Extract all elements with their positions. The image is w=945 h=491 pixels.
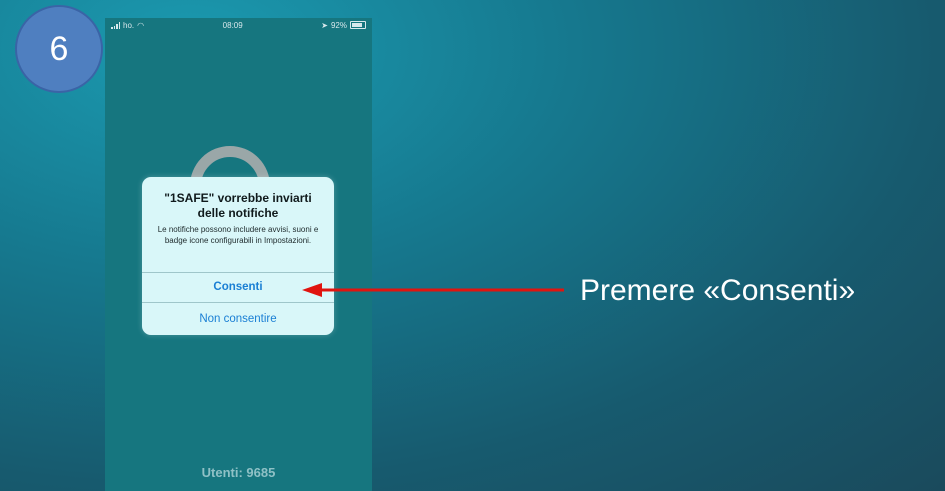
notification-permission-alert: "1SAFE" vorrebbe inviarti delle notifich… <box>142 177 334 335</box>
step-number-badge: 6 <box>15 5 103 93</box>
carrier-label: ho. <box>123 20 135 30</box>
phone-screenshot: ho. ◠ 08:09 ➤ 92% "1SAFE" vorrebbe invia… <box>105 18 372 491</box>
wifi-icon: ◠ <box>137 20 145 30</box>
location-icon: ➤ <box>321 20 328 30</box>
battery-icon <box>349 21 366 29</box>
signal-icon <box>111 21 120 29</box>
status-bar: ho. ◠ 08:09 ➤ 92% <box>105 18 372 32</box>
status-time: 08:09 <box>222 20 243 30</box>
step-number: 6 <box>49 29 69 68</box>
alert-message: Le notifiche possono includere avvisi, s… <box>157 225 319 245</box>
deny-button[interactable]: Non consentire <box>142 302 334 335</box>
users-count: Utenti: 9685 <box>201 465 276 480</box>
battery-percent: 92% <box>330 20 347 30</box>
arrow-pointer-icon <box>302 283 564 297</box>
alert-title: "1SAFE" vorrebbe inviarti delle notifich… <box>164 191 312 220</box>
instruction-text: Premere «Consenti» <box>580 274 856 307</box>
